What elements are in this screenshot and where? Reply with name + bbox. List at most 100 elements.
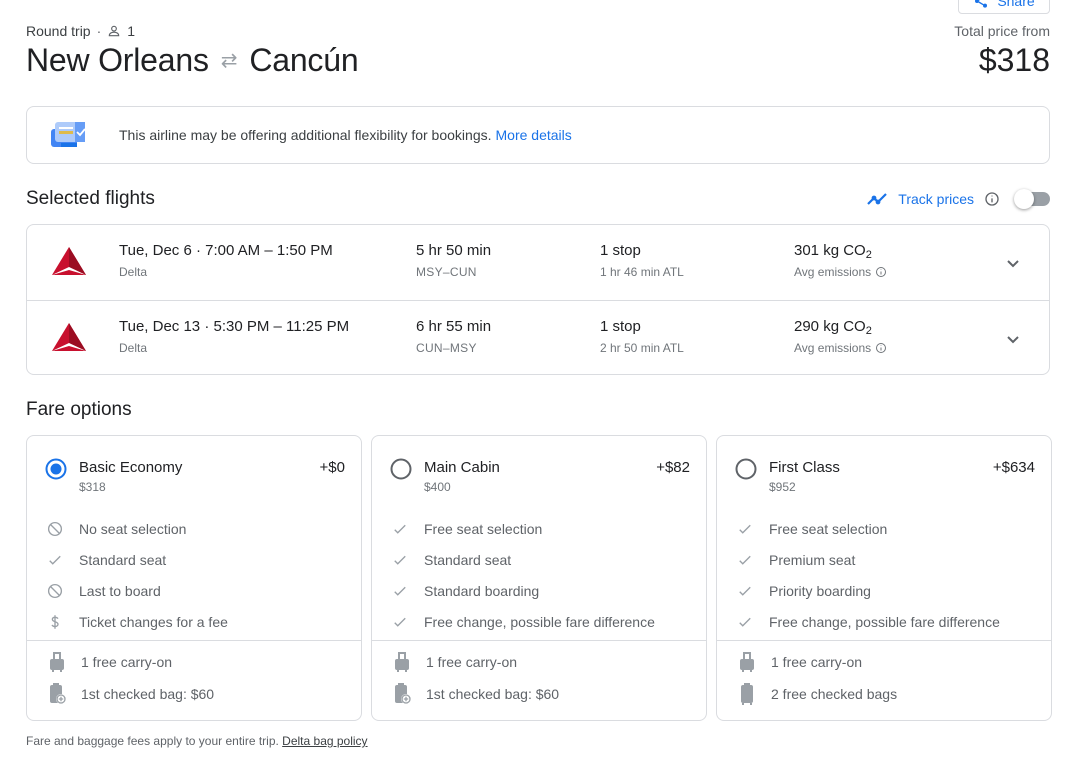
flight-duration: 5 hr 50 min (416, 242, 492, 259)
fare-options-title: Fare options (26, 399, 132, 420)
flexibility-banner: This airline may be offering additional … (26, 106, 1050, 164)
fare-features: Free seat selection Standard seat Standard… (390, 513, 706, 637)
bag-allowance: 1 free carry-on (392, 646, 706, 678)
track-prices-label[interactable]: Track prices (898, 191, 974, 207)
radio-unselected-icon[interactable] (735, 458, 757, 480)
footnote-text: Fare and baggage fees apply to your enti… (26, 734, 279, 748)
bag-allowance: 2 free checked bags (737, 678, 1051, 710)
feature-text: Free change, possible fare difference (769, 613, 1000, 630)
radio-unselected-icon[interactable] (390, 458, 412, 480)
block-icon (45, 581, 65, 601)
fare-bags: 1 free carry-on 1st checked bag: $60 (47, 646, 361, 710)
more-details-link[interactable]: More details (496, 127, 572, 143)
fare-feature: Free seat selection (735, 513, 1051, 544)
flight-emissions: Avg emissions (794, 265, 887, 279)
check-icon (390, 519, 410, 539)
fare-name: Basic Economy (79, 459, 183, 476)
fare-card-first-class[interactable]: First Class $952 +$634 Free seat selection P… (716, 435, 1052, 721)
info-icon[interactable] (984, 191, 1000, 207)
fare-options-list: Basic Economy $318 +$0 No seat selection Sta… (26, 435, 1052, 721)
check-icon (390, 612, 410, 632)
checked-bag-fee-icon (47, 683, 67, 705)
flight-layover: 2 hr 50 min ATL (600, 341, 684, 355)
flight-stops: 1 stop (600, 242, 641, 259)
feature-text: Ticket changes for a fee (79, 613, 228, 630)
banner-text: This airline may be offering additional … (119, 127, 572, 143)
flight-row[interactable]: Tue, Dec 13 · 5:30 PM – 11:25 PM Delta 6… (27, 300, 1049, 375)
info-icon[interactable] (875, 266, 887, 278)
emissions-label: Avg emissions (794, 341, 872, 355)
fare-bags: 1 free carry-on 1st checked bag: $60 (392, 646, 706, 710)
carry-on-icon (737, 651, 757, 673)
fare-name: Main Cabin (424, 459, 500, 476)
fare-features: No seat selection Standard seat Last to bo… (45, 513, 361, 637)
feature-text: Free change, possible fare difference (424, 613, 655, 630)
selected-flights-list: Tue, Dec 6 · 7:00 AM – 1:50 PM Delta 5 h… (26, 224, 1050, 375)
trip-meta: Round trip · 1 (26, 23, 135, 39)
carry-on-icon (392, 651, 412, 673)
check-icon (45, 550, 65, 570)
fare-base-price: $952 (769, 480, 796, 494)
round-trip-arrows-icon: ⇄ (220, 50, 238, 72)
bag-text: 1 free carry-on (81, 654, 173, 670)
bag-text: 2 free checked bags (771, 686, 898, 702)
flight-co2: 301 kg CO2 (794, 242, 872, 261)
checked-bag-fee-icon (392, 683, 412, 705)
fare-card-basic-economy[interactable]: Basic Economy $318 +$0 No seat selection Sta… (26, 435, 362, 721)
info-icon[interactable] (875, 342, 887, 354)
flight-layover: 1 hr 46 min ATL (600, 265, 684, 279)
passenger-count: 1 (127, 23, 136, 39)
feature-text: Premium seat (769, 551, 856, 568)
co2-subscript: 2 (865, 249, 872, 261)
fare-card-main-cabin[interactable]: Main Cabin $400 +$82 Free seat selection Sta… (371, 435, 707, 721)
fare-price-difference: +$82 (656, 459, 690, 476)
flight-route: MSY–CUN (416, 265, 477, 279)
co2-value: 290 kg CO (794, 318, 866, 335)
co2-subscript: 2 (865, 325, 872, 337)
origin-city: New Orleans (26, 42, 209, 78)
bag-allowance: 1st checked bag: $60 (47, 678, 361, 710)
track-prices-toggle[interactable] (1014, 189, 1050, 209)
banner-message: This airline may be offering additional … (119, 127, 492, 143)
feature-text: Last to board (79, 582, 161, 599)
feature-text: Standard boarding (424, 582, 540, 599)
delta-logo-icon (52, 323, 86, 351)
flight-datetime: Tue, Dec 13 · 5:30 PM – 11:25 PM (119, 318, 350, 335)
flight-row[interactable]: Tue, Dec 6 · 7:00 AM – 1:50 PM Delta 5 h… (27, 225, 1049, 300)
bag-allowance: 1st checked bag: $60 (392, 678, 706, 710)
footnote: Fare and baggage fees apply to your enti… (26, 734, 368, 748)
bag-policy-link[interactable]: Delta bag policy (282, 734, 367, 748)
flight-duration: 6 hr 55 min (416, 318, 492, 335)
feature-text: Standard seat (79, 551, 167, 568)
check-icon (735, 581, 755, 601)
flight-airline: Delta (119, 341, 148, 355)
bag-text: 1st checked bag: $60 (81, 686, 215, 702)
bag-text: 1 free carry-on (771, 654, 863, 670)
fare-features: Free seat selection Premium seat Priority … (735, 513, 1051, 637)
checked-bag-icon (737, 683, 757, 705)
fare-base-price: $318 (79, 480, 106, 494)
delta-logo-icon (52, 247, 86, 275)
fare-feature: Standard seat (45, 544, 361, 575)
fare-name: First Class (769, 459, 840, 476)
flight-emissions: Avg emissions (794, 341, 887, 355)
fare-feature: Premium seat (735, 544, 1051, 575)
divider (372, 640, 706, 641)
check-icon (390, 550, 410, 570)
chevron-down-icon[interactable] (1001, 327, 1025, 351)
chevron-down-icon[interactable] (1001, 251, 1025, 275)
feature-text: Standard seat (424, 551, 512, 568)
fare-price-difference: +$0 (319, 459, 345, 476)
trending-line-icon (867, 193, 888, 205)
fare-feature: Standard seat (390, 544, 706, 575)
fare-feature: Ticket changes for a fee (45, 606, 361, 637)
radio-selected-icon[interactable] (45, 458, 67, 480)
flight-co2: 290 kg CO2 (794, 318, 872, 337)
divider (717, 640, 1051, 641)
flight-airline: Delta (119, 265, 148, 279)
flexible-ticket-icon (51, 122, 86, 147)
share-button[interactable]: Share (958, 0, 1050, 14)
fare-base-price: $400 (424, 480, 451, 494)
trip-type: Round trip (26, 23, 91, 39)
fare-feature: Free seat selection (390, 513, 706, 544)
